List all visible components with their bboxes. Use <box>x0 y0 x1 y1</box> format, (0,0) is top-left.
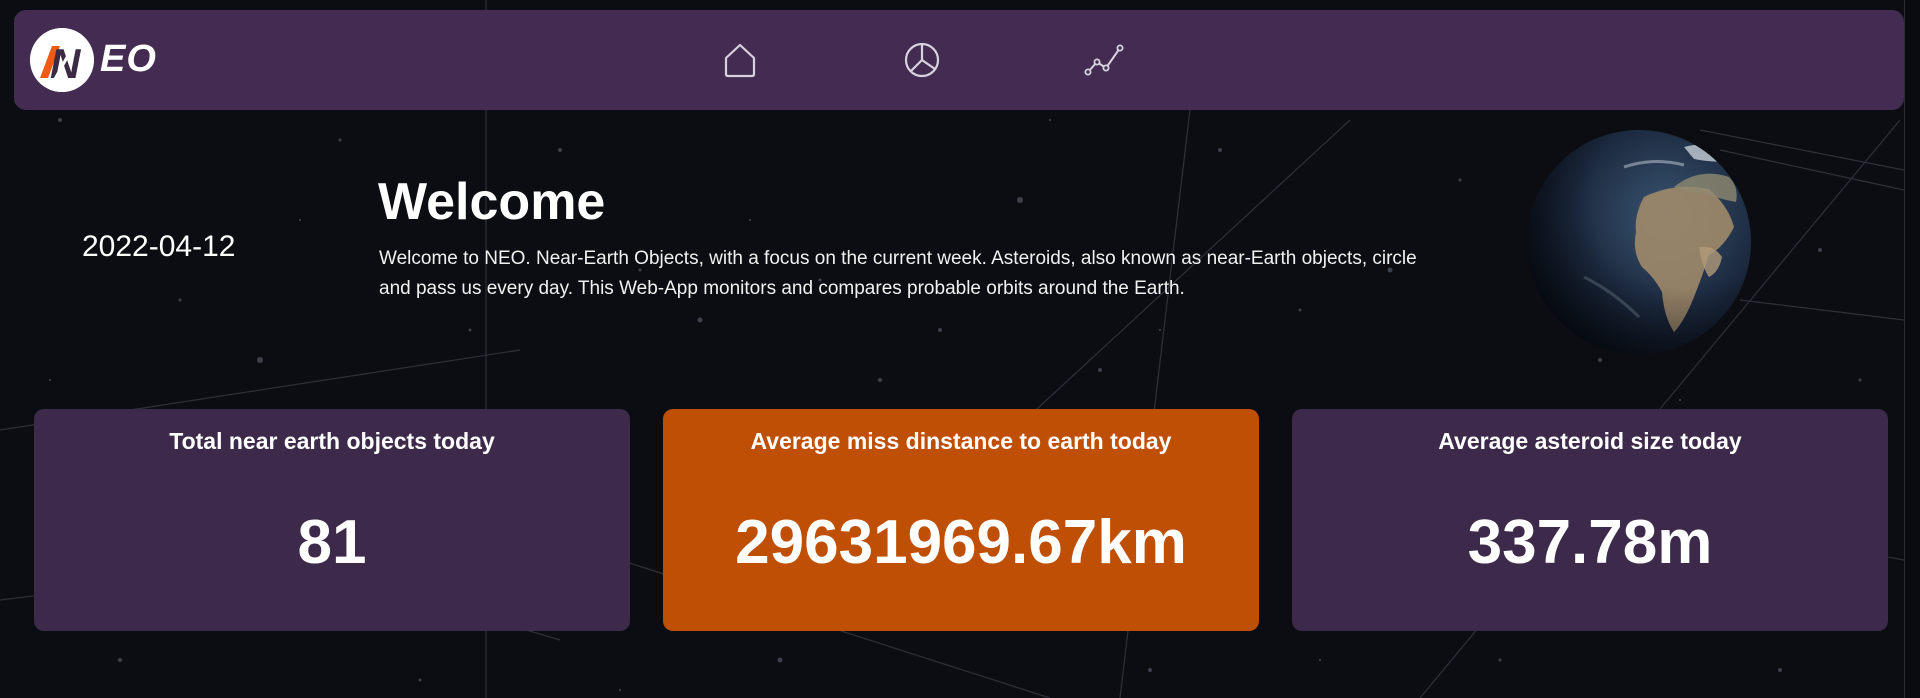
home-icon[interactable] <box>720 40 760 80</box>
top-navbar: N EO <box>14 10 1904 110</box>
line-chart-icon[interactable] <box>1084 40 1124 80</box>
welcome-title: Welcome <box>378 173 606 231</box>
stat-title: Total near earth objects today <box>169 428 495 454</box>
stat-card-miss-distance: Average miss dinstance to earth today 29… <box>663 409 1259 631</box>
stat-title: Average asteroid size today <box>1438 428 1742 454</box>
neo-logo-icon[interactable]: N <box>30 28 94 92</box>
stat-value: 337.78m <box>1467 508 1713 577</box>
logo-text: EO <box>100 38 157 80</box>
stat-title: Average miss dinstance to earth today <box>750 428 1172 454</box>
stat-value: 81 <box>297 508 367 577</box>
welcome-description: Welcome to NEO. Near-Earth Objects, with… <box>379 248 1417 299</box>
current-date: 2022-04-12 <box>82 230 236 263</box>
stat-card-total-objects: Total near earth objects today 81 <box>34 409 630 631</box>
stat-value: 29631969.67km <box>735 508 1187 577</box>
scrollbar[interactable] <box>1904 0 1920 698</box>
earth-globe-icon <box>1524 127 1754 357</box>
pie-chart-icon[interactable] <box>902 40 942 80</box>
stat-card-asteroid-size: Average asteroid size today 337.78m <box>1292 409 1888 631</box>
page: N EO 2022-04 <box>0 0 1920 698</box>
